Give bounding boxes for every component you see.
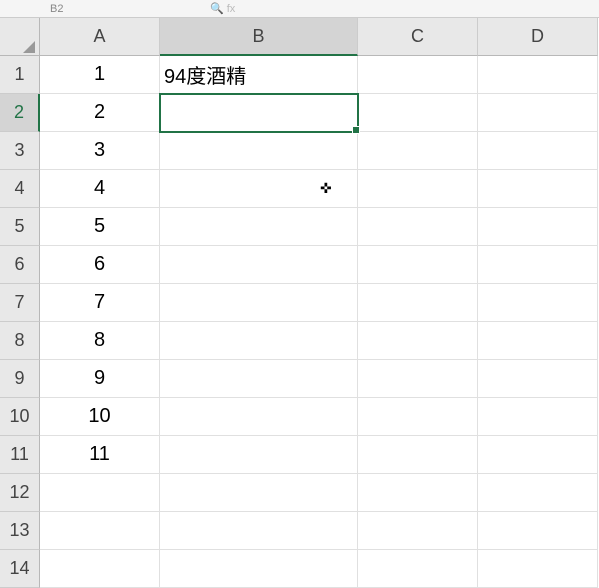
cell-A6[interactable]: 6 (40, 246, 160, 284)
cell-D14[interactable] (478, 550, 598, 588)
row-header-14[interactable]: 14 (0, 550, 40, 588)
cell-A10[interactable]: 10 (40, 398, 160, 436)
row-header-11[interactable]: 11 (0, 436, 40, 474)
cell-D3[interactable] (478, 132, 598, 170)
row-header-13[interactable]: 13 (0, 512, 40, 550)
cell-D2[interactable] (478, 94, 598, 132)
cell-D10[interactable] (478, 398, 598, 436)
row-header-3[interactable]: 3 (0, 132, 40, 170)
cell-C6[interactable] (358, 246, 478, 284)
fx-label: 🔍 fx (210, 2, 235, 15)
cell-C14[interactable] (358, 550, 478, 588)
cell-C10[interactable] (358, 398, 478, 436)
cell-C7[interactable] (358, 284, 478, 322)
column-header-C[interactable]: C (358, 18, 478, 56)
cell-A8[interactable]: 8 (40, 322, 160, 360)
cell-C3[interactable] (358, 132, 478, 170)
cell-B6[interactable] (160, 246, 358, 284)
cell-A5[interactable]: 5 (40, 208, 160, 246)
cell-A13[interactable] (40, 512, 160, 550)
cell-C13[interactable] (358, 512, 478, 550)
cell-B8[interactable] (160, 322, 358, 360)
cell-D12[interactable] (478, 474, 598, 512)
cell-B13[interactable] (160, 512, 358, 550)
row-header-2[interactable]: 2 (0, 94, 40, 132)
search-icon: 🔍 (210, 2, 224, 15)
cell-B5[interactable] (160, 208, 358, 246)
row-header-6[interactable]: 6 (0, 246, 40, 284)
cell-C5[interactable] (358, 208, 478, 246)
cell-C9[interactable] (358, 360, 478, 398)
cell-B10[interactable] (160, 398, 358, 436)
cell-B2[interactable] (160, 94, 358, 132)
column-header-D[interactable]: D (478, 18, 598, 56)
column-header-B[interactable]: B (160, 18, 358, 56)
select-all-corner[interactable] (0, 18, 40, 56)
cell-D4[interactable] (478, 170, 598, 208)
cell-C12[interactable] (358, 474, 478, 512)
cell-A1[interactable]: 1 (40, 56, 160, 94)
cell-B12[interactable] (160, 474, 358, 512)
cell-D13[interactable] (478, 512, 598, 550)
cell-B4[interactable] (160, 170, 358, 208)
cell-B11[interactable] (160, 436, 358, 474)
cell-D11[interactable] (478, 436, 598, 474)
cell-B3[interactable] (160, 132, 358, 170)
cell-A3[interactable]: 3 (40, 132, 160, 170)
cell-B9[interactable] (160, 360, 358, 398)
cell-C1[interactable] (358, 56, 478, 94)
cell-C4[interactable] (358, 170, 478, 208)
cell-B14[interactable] (160, 550, 358, 588)
cell-D6[interactable] (478, 246, 598, 284)
cell-D7[interactable] (478, 284, 598, 322)
cell-A4[interactable]: 4 (40, 170, 160, 208)
cell-B1[interactable]: 94度酒精 (160, 56, 358, 94)
row-header-4[interactable]: 4 (0, 170, 40, 208)
cell-A14[interactable] (40, 550, 160, 588)
cell-A11[interactable]: 11 (40, 436, 160, 474)
row-header-9[interactable]: 9 (0, 360, 40, 398)
row-header-7[interactable]: 7 (0, 284, 40, 322)
cell-B7[interactable] (160, 284, 358, 322)
row-header-12[interactable]: 12 (0, 474, 40, 512)
cell-A7[interactable]: 7 (40, 284, 160, 322)
cell-C2[interactable] (358, 94, 478, 132)
cell-A12[interactable] (40, 474, 160, 512)
cell-D1[interactable] (478, 56, 598, 94)
row-header-1[interactable]: 1 (0, 56, 40, 94)
row-header-5[interactable]: 5 (0, 208, 40, 246)
cell-D5[interactable] (478, 208, 598, 246)
row-header-10[interactable]: 10 (0, 398, 40, 436)
cell-D8[interactable] (478, 322, 598, 360)
row-header-8[interactable]: 8 (0, 322, 40, 360)
cell-A2[interactable]: 2 (40, 94, 160, 132)
spreadsheet-grid[interactable]: ABCD1194度酒精22334455667788991010111112131… (0, 18, 599, 588)
column-header-A[interactable]: A (40, 18, 160, 56)
cell-A9[interactable]: 9 (40, 360, 160, 398)
formula-bar: B2 🔍 fx (0, 0, 599, 18)
cell-C8[interactable] (358, 322, 478, 360)
cell-D9[interactable] (478, 360, 598, 398)
cell-C11[interactable] (358, 436, 478, 474)
name-box[interactable]: B2 (50, 3, 130, 15)
